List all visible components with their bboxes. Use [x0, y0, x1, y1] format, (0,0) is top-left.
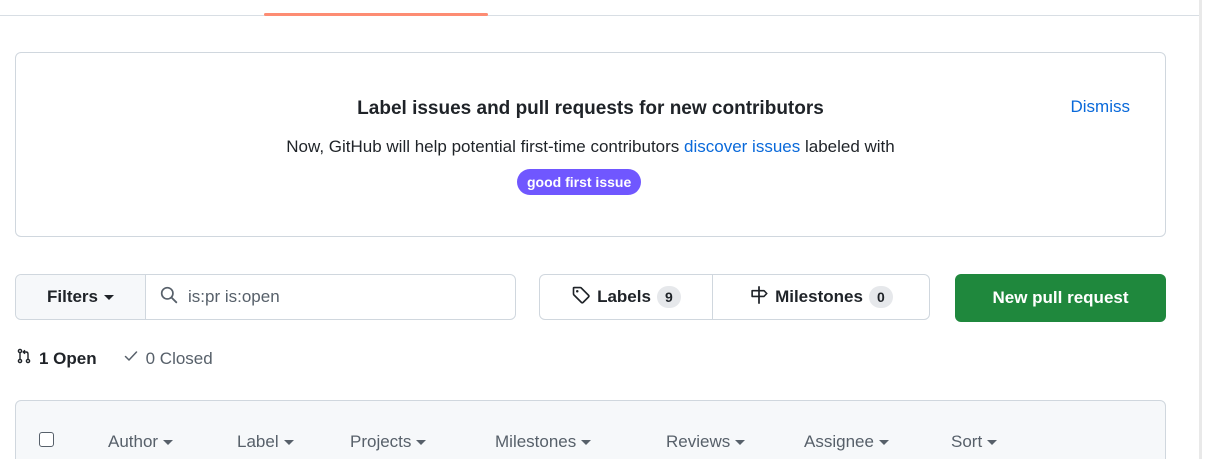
milestones-filter-label: Milestones — [495, 432, 577, 451]
good-first-issue-label: good first issue — [517, 169, 642, 195]
author-filter[interactable]: Author — [108, 432, 174, 452]
open-prs-toggle[interactable]: 1 Open — [16, 348, 97, 369]
scrollbar[interactable] — [1199, 0, 1209, 459]
reviews-filter-label: Reviews — [666, 432, 731, 451]
active-tab-underline — [264, 13, 488, 16]
milestones-count: 0 — [868, 286, 893, 308]
label-filter-label: Label — [237, 432, 279, 451]
assignee-filter[interactable]: Assignee — [804, 432, 889, 452]
check-icon — [123, 348, 139, 369]
banner-text-before: Now, GitHub will help potential first-ti… — [286, 137, 685, 156]
filters-button[interactable]: Filters — [16, 275, 146, 319]
state-toggles: 1 Open 0 Closed — [16, 348, 213, 369]
chevron-down-icon — [416, 439, 427, 445]
author-filter-label: Author — [108, 432, 159, 451]
filter-search-group: Filters is:pr is:open — [15, 274, 516, 320]
label-filter[interactable]: Label — [237, 432, 294, 452]
labels-button-label: Labels — [597, 287, 651, 306]
milestone-icon — [749, 285, 769, 310]
banner-title: Label issues and pull requests for new c… — [357, 98, 824, 119]
discover-issues-link[interactable]: discover issues — [684, 137, 800, 156]
repo-nav-bar — [0, 0, 1200, 16]
sort-dropdown-label: Sort — [951, 432, 983, 451]
chevron-down-icon — [878, 439, 889, 445]
projects-filter-label: Projects — [350, 432, 412, 451]
new-contributors-banner: Label issues and pull requests for new c… — [15, 52, 1166, 237]
labels-count: 9 — [656, 286, 681, 308]
search-icon — [160, 286, 178, 309]
chevron-down-icon — [987, 439, 998, 445]
dismiss-button[interactable]: Dismiss — [1071, 97, 1131, 117]
open-count-label: 1 Open — [39, 348, 97, 368]
filters-button-label: Filters — [46, 287, 99, 306]
closed-prs-toggle[interactable]: 0 Closed — [123, 348, 213, 369]
chevron-down-icon — [163, 439, 174, 445]
git-pull-request-icon — [16, 348, 32, 369]
milestones-button-label: Milestones — [775, 287, 863, 306]
banner-description: Now, GitHub will help potential first-ti… — [16, 137, 1165, 157]
search-query: is:pr is:open — [188, 287, 280, 306]
milestones-filter[interactable]: Milestones — [495, 432, 592, 452]
tag-icon — [571, 285, 591, 310]
projects-filter[interactable]: Projects — [350, 432, 427, 452]
milestones-button[interactable]: Milestones 0 — [713, 275, 929, 319]
chevron-down-icon — [735, 439, 746, 445]
chevron-down-icon — [283, 439, 294, 445]
reviews-filter[interactable]: Reviews — [666, 432, 746, 452]
labels-button[interactable]: Labels 9 — [540, 275, 713, 319]
chevron-down-icon — [104, 294, 115, 300]
labels-milestones-group: Labels 9 Milestones 0 — [539, 274, 930, 320]
assignee-filter-label: Assignee — [804, 432, 874, 451]
search-input[interactable]: is:pr is:open — [146, 275, 515, 319]
sort-dropdown[interactable]: Sort — [951, 432, 998, 452]
pr-list-header: Author Label Projects Milestones Reviews… — [15, 400, 1166, 459]
banner-text-after: labeled with — [800, 137, 895, 156]
chevron-down-icon — [581, 439, 592, 445]
select-all-checkbox[interactable] — [39, 432, 54, 447]
closed-count-label: 0 Closed — [145, 348, 213, 368]
new-pull-request-button[interactable]: New pull request — [955, 274, 1166, 322]
